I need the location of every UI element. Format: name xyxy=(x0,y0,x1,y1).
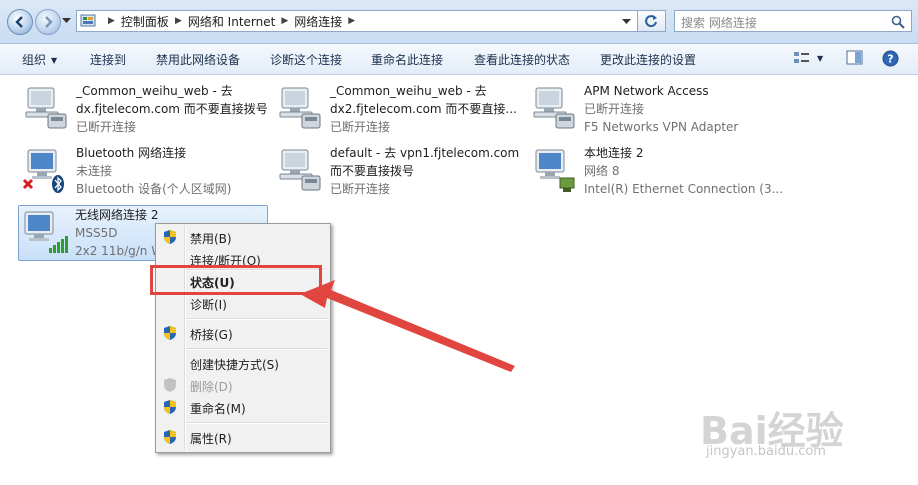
menu-item-rename[interactable]: 重命名(M) xyxy=(190,400,246,417)
breadcrumb-control-panel[interactable]: 控制面板 xyxy=(121,13,169,30)
connection-status: 已断开连接 xyxy=(330,182,391,196)
vpn-connection-icon xyxy=(533,87,575,129)
connection-adapter: Intel(R) Ethernet Connection (3... xyxy=(584,182,784,196)
connection-detail: dx2.fjtelecom.com 而不要直接... xyxy=(330,102,517,116)
uac-shield-icon xyxy=(164,400,176,414)
connection-item-bluetooth[interactable]: Bluetooth 网络连接 未连接 Bluetooth 设备(个人区域网) xyxy=(20,144,270,200)
menu-item-disable[interactable]: 禁用(B) xyxy=(190,230,232,247)
annotation-arrow-icon xyxy=(300,280,515,372)
forward-button[interactable] xyxy=(35,9,61,35)
control-panel-icon xyxy=(80,14,96,27)
connection-status: 已断开连接 xyxy=(584,102,645,116)
view-dropdown-icon[interactable]: ▼ xyxy=(817,54,823,63)
connection-status: 已断开连接 xyxy=(76,120,137,134)
search-placeholder: 搜索 网络连接 xyxy=(681,16,757,30)
address-box[interactable]: ▶ 控制面板 ▶ 网络和 Internet ▶ 网络连接 ▶ xyxy=(76,10,638,32)
connection-name: APM Network Access xyxy=(584,84,709,98)
bluetooth-connection-icon xyxy=(22,149,64,193)
address-dropdown-icon[interactable] xyxy=(622,19,631,25)
history-dropdown-icon[interactable] xyxy=(62,18,71,24)
uac-shield-icon xyxy=(164,326,176,340)
connection-name: _Common_weihu_web - 去 xyxy=(76,84,233,98)
uac-shield-icon xyxy=(164,430,176,444)
command-toolbar: 组织 ▼ 连接到 禁用此网络设备 诊断这个连接 重命名此连接 查看此连接的状态 更… xyxy=(0,44,918,75)
help-icon[interactable]: ? xyxy=(882,50,899,67)
connection-name: 无线网络连接 2 xyxy=(75,208,159,222)
connection-item-local-2[interactable]: 本地连接 2 网络 8 Intel(R) Ethernet Connection… xyxy=(528,144,783,200)
address-bar: ▶ 控制面板 ▶ 网络和 Internet ▶ 网络连接 ▶ 搜索 网络连接 xyxy=(0,0,918,44)
forward-arrow-icon xyxy=(45,16,53,28)
wireless-connection-icon xyxy=(24,211,68,253)
connection-name: default - 去 vpn1.fjtelecom.com xyxy=(330,146,520,160)
diagnose-button[interactable]: 诊断这个连接 xyxy=(270,51,342,68)
back-arrow-icon xyxy=(15,16,23,28)
connection-item-apm-network-access[interactable]: APM Network Access 已断开连接 F5 Networks VPN… xyxy=(528,82,778,138)
search-icon[interactable] xyxy=(891,15,905,29)
connection-item-default-vpn1[interactable]: default - 去 vpn1.fjtelecom.com 而不要直接拨号 已… xyxy=(274,144,524,200)
search-input[interactable]: 搜索 网络连接 xyxy=(674,10,912,32)
connection-network: MSS5D xyxy=(75,226,118,240)
rename-button[interactable]: 重命名此连接 xyxy=(371,51,443,68)
dialup-connection-icon xyxy=(25,87,67,129)
menu-item-bridge[interactable]: 桥接(G) xyxy=(190,326,233,343)
connection-network: 网络 8 xyxy=(584,164,620,178)
breadcrumb-network-internet[interactable]: 网络和 Internet xyxy=(188,13,275,30)
breadcrumb-network-connections[interactable]: 网络连接 xyxy=(294,13,342,30)
connect-to-button[interactable]: 连接到 xyxy=(90,51,126,68)
connection-name: Bluetooth 网络连接 xyxy=(76,146,187,160)
change-settings-button[interactable]: 更改此连接的设置 xyxy=(600,51,696,68)
view-status-button[interactable]: 查看此连接的状态 xyxy=(474,51,570,68)
preview-pane-icon[interactable] xyxy=(846,50,864,66)
uac-shield-icon xyxy=(164,230,176,244)
connection-adapter: 2x2 11b/g/n W xyxy=(75,244,164,258)
connection-status: 已断开连接 xyxy=(330,120,391,134)
organize-menu[interactable]: 组织 ▼ xyxy=(22,51,57,68)
view-options-icon[interactable] xyxy=(793,50,811,66)
connection-status: 未连接 xyxy=(76,164,113,178)
dialup-connection-icon xyxy=(279,87,321,129)
menu-item-diagnose[interactable]: 诊断(I) xyxy=(190,296,227,313)
connection-detail: dx.fjtelecom.com 而不要直接拨号 xyxy=(76,102,268,116)
disable-device-button[interactable]: 禁用此网络设备 xyxy=(156,51,240,68)
connection-name: _Common_weihu_web - 去 xyxy=(330,84,487,98)
back-button[interactable] xyxy=(7,9,33,35)
menu-item-delete: 删除(D) xyxy=(190,380,233,394)
ethernet-connection-icon xyxy=(535,149,575,192)
connection-adapter: F5 Networks VPN Adapter xyxy=(584,120,739,134)
connection-name: 本地连接 2 xyxy=(584,146,644,160)
menu-item-properties[interactable]: 属性(R) xyxy=(190,430,232,447)
menu-item-create-shortcut[interactable]: 创建快捷方式(S) xyxy=(190,356,279,373)
menu-separator xyxy=(186,422,327,424)
uac-shield-icon xyxy=(164,378,176,392)
connection-item-common-weihu-dx2[interactable]: _Common_weihu_web - 去 dx2.fjtelecom.com … xyxy=(274,82,524,138)
refresh-icon xyxy=(645,15,657,28)
svg-text:?: ? xyxy=(887,53,893,66)
dialup-connection-icon xyxy=(279,149,321,191)
organize-dropdown-icon: ▼ xyxy=(51,56,58,65)
refresh-button[interactable] xyxy=(638,10,666,32)
watermark: Bai经验 jingyan.baidu.com xyxy=(700,400,844,459)
connection-item-common-weihu-dx[interactable]: _Common_weihu_web - 去 dx.fjtelecom.com 而… xyxy=(20,82,270,138)
connection-detail: 而不要直接拨号 xyxy=(330,164,415,178)
watermark-url: jingyan.baidu.com xyxy=(706,444,826,459)
connection-adapter: Bluetooth 设备(个人区域网) xyxy=(76,182,232,196)
